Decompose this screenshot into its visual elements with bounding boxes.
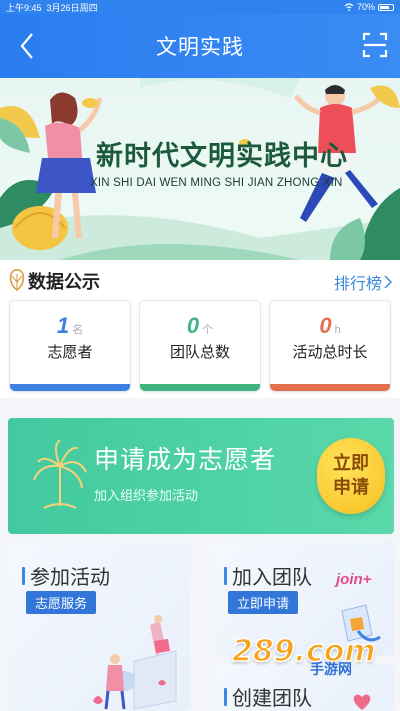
data-logo-icon <box>9 269 25 291</box>
back-icon[interactable] <box>16 30 38 62</box>
activity-illustration <box>93 615 177 710</box>
stat-label: 志愿者 <box>47 344 93 361</box>
stat-value: 0h <box>270 313 390 339</box>
watermark-logo: 289.com <box>231 633 376 670</box>
heart-icon <box>353 694 371 710</box>
join-plus-label: join+ <box>336 571 372 588</box>
chevron-right-icon <box>384 275 392 289</box>
data-section-title: 数据公示 <box>28 272 100 293</box>
banner-title: 新时代文明实践中心 <box>96 141 348 171</box>
apply-now-button[interactable]: 立即 申请 <box>317 438 385 514</box>
watermark-sub: 手游网 <box>310 661 352 677</box>
banner-subtitle: XIN SHI DAI WEN MING SHI JIAN ZHONG XIN <box>90 177 343 189</box>
card-title: 参加活动 <box>22 561 110 590</box>
card-title: 创建团队 <box>224 682 312 711</box>
nav-bar: 文明实践 <box>0 14 400 78</box>
status-time-date: 上午9:45 3月26日周四 <box>6 1 344 14</box>
stat-label: 活动总时长 <box>292 344 368 361</box>
stat-number: 0 <box>186 313 200 338</box>
status-date: 3月26日周四 <box>46 2 98 13</box>
apply-subtitle: 加入组织参加活动 <box>94 488 199 503</box>
stat-bar <box>10 384 130 391</box>
ranking-label: 排行榜 <box>333 276 382 293</box>
watermark: 289.com 手游网 <box>231 633 382 677</box>
apply-volunteer-banner[interactable]: 申请成为志愿者 加入组织参加活动 立即 申请 <box>8 418 394 534</box>
card-title-text: 创建团队 <box>232 688 312 710</box>
apply-title: 申请成为志愿者 <box>94 446 277 474</box>
stat-label: 团队总数 <box>169 344 230 361</box>
status-right: 70% <box>344 2 394 12</box>
stat-card-volunteers[interactable]: 1名 志愿者 <box>9 300 131 392</box>
stat-unit: 名 <box>72 324 84 336</box>
card-tag: 立即申请 <box>228 591 299 614</box>
join-activity-card[interactable]: 参加活动 志愿服务 <box>8 541 190 711</box>
stat-bar <box>140 384 260 391</box>
ranking-link[interactable]: 排行榜 <box>334 270 392 294</box>
scan-icon[interactable] <box>362 32 388 58</box>
stat-unit: h <box>334 324 341 336</box>
stat-bar <box>270 384 390 391</box>
wifi-icon <box>344 3 354 11</box>
palm-emblem-icon <box>33 439 87 509</box>
status-time: 上午9:45 <box>6 2 42 13</box>
status-bar: 上午9:45 3月26日周四 70% <box>0 0 400 14</box>
stat-card-hours[interactable]: 0h 活动总时长 <box>269 300 391 392</box>
stat-number: 0 <box>319 313 332 338</box>
page-title: 文明实践 <box>156 36 244 59</box>
battery-icon <box>378 3 394 11</box>
apply-button-line1: 立即 <box>333 453 369 473</box>
stat-number: 1 <box>56 313 70 338</box>
apply-button-line2: 申请 <box>333 477 369 497</box>
stat-unit: 个 <box>202 324 214 336</box>
card-title: 加入团队 <box>224 561 312 590</box>
stat-value: 1名 <box>10 313 130 339</box>
stat-value: 0个 <box>140 313 260 339</box>
battery-percent: 70% <box>356 2 375 12</box>
hero-banner[interactable]: 新时代文明实践中心 XIN SHI DAI WEN MING SHI JIAN … <box>0 78 400 260</box>
card-title-text: 参加活动 <box>30 567 110 589</box>
card-title-text: 加入团队 <box>232 567 312 589</box>
stat-card-teams[interactable]: 0个 团队总数 <box>139 300 261 392</box>
